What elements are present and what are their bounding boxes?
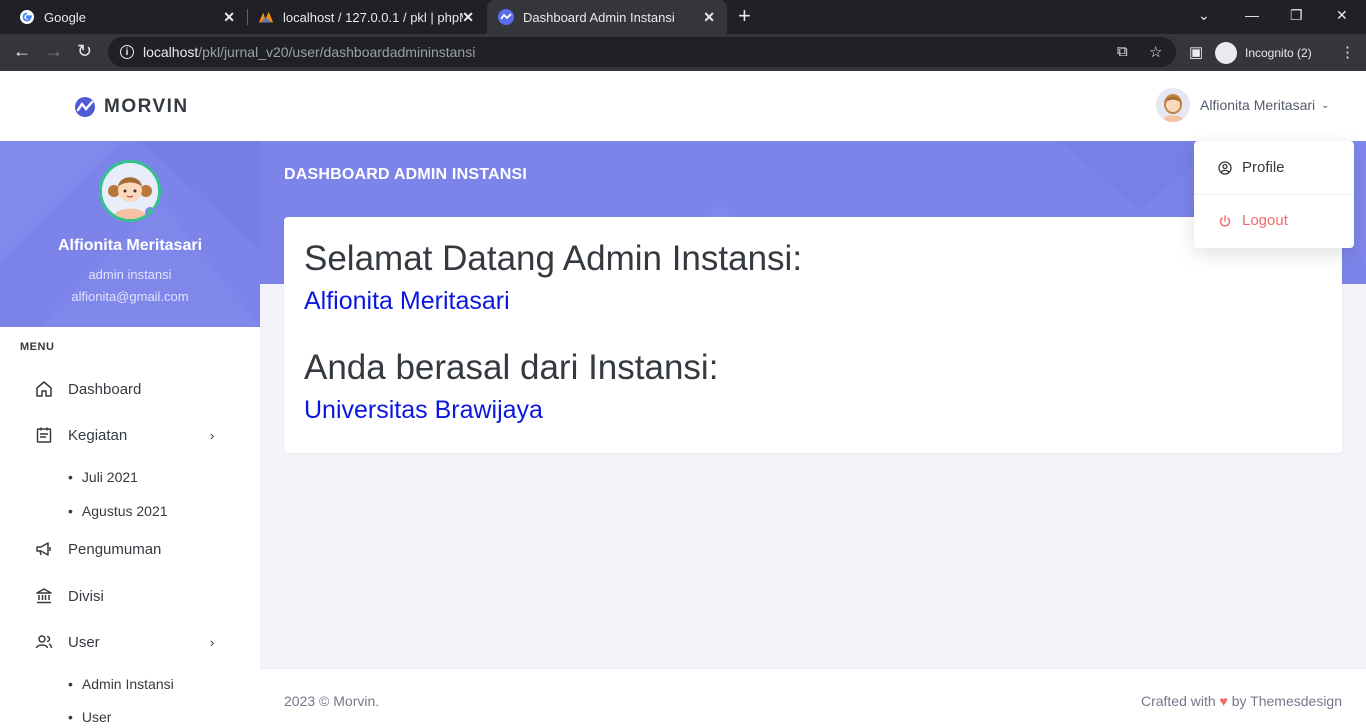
chevron-right-icon: › — [210, 635, 215, 650]
users-icon — [34, 633, 54, 651]
sidebar-item-divisi[interactable]: Divisi — [34, 587, 104, 605]
browser-tab-phpmyadmin[interactable]: localhost / 127.0.0.1 / pkl | phpM ✕ — [248, 0, 486, 34]
browser-menu-icon[interactable]: ⋮ — [1340, 43, 1355, 61]
dropdown-item-logout[interactable]: Logout — [1218, 212, 1288, 229]
browser-tab-google[interactable]: Google ✕ — [0, 0, 247, 34]
sidebar-user-email: alfionita@gmail.com — [71, 289, 189, 304]
window-close-icon[interactable]: ✕ — [1336, 7, 1348, 24]
header-user-name: Alfionita Meritasari — [1200, 97, 1316, 113]
welcome-card: Selamat Datang Admin Instansi: Alfionita… — [284, 217, 1342, 453]
tab-title: localhost / 127.0.0.1 / pkl | phpM — [283, 9, 463, 25]
sidebar-item-dashboard[interactable]: Dashboard — [34, 380, 141, 398]
close-icon[interactable]: ✕ — [462, 9, 474, 26]
sidebar-item-pengumuman[interactable]: Pengumuman — [34, 540, 161, 558]
user-dropdown-menu: Profile Logout — [1194, 141, 1354, 248]
sidebar-subitem-agustus-2021[interactable]: • Agustus 2021 — [68, 503, 168, 519]
google-icon — [19, 9, 35, 25]
sidebar-subitem-admin-instansi[interactable]: • Admin Instansi — [68, 676, 174, 692]
new-tab-button[interactable]: + — [738, 5, 751, 27]
sidebar-subitem-juli-2021[interactable]: • Juli 2021 — [68, 469, 138, 485]
browser-tab-dashboard[interactable]: Dashboard Admin Instansi ✕ — [487, 0, 727, 34]
footer-copyright: 2023 © Morvin. — [284, 693, 380, 709]
back-arrow-icon[interactable]: ← — [13, 42, 31, 60]
megaphone-icon — [34, 540, 54, 558]
brand-name: MORVIN — [104, 96, 189, 117]
tab-title: Google — [44, 9, 86, 25]
incognito-icon — [1215, 42, 1237, 64]
bank-icon — [34, 587, 54, 605]
calendar-icon — [34, 426, 54, 444]
power-icon — [1218, 214, 1232, 228]
close-icon[interactable]: ✕ — [703, 9, 715, 26]
sidebar-subitem-user[interactable]: • User — [68, 709, 111, 725]
sidebar-item-kegiatan[interactable]: Kegiatan — [34, 426, 127, 444]
footer: 2023 © Morvin. Crafted with ♥ by Themesd… — [260, 668, 1366, 728]
footer-credit: Crafted with ♥ by Themesdesign — [1140, 693, 1342, 709]
brand-logo[interactable]: MORVIN — [75, 96, 189, 118]
sidebar-user-role: admin instansi — [88, 267, 172, 282]
minimize-icon[interactable]: — — [1245, 7, 1259, 23]
tab-search-icon[interactable]: ⌄ — [1198, 7, 1210, 24]
translate-icon[interactable]: ⧉ — [1117, 43, 1128, 60]
dropdown-divider — [1194, 194, 1354, 195]
dropdown-item-profile[interactable]: Profile — [1218, 159, 1285, 176]
institution-name: Universitas Brawijaya — [304, 396, 543, 424]
welcome-user-name: Alfionita Meritasari — [304, 287, 510, 315]
incognito-badge[interactable]: Incognito (2) — [1215, 41, 1312, 65]
morvin-icon — [498, 9, 514, 25]
institution-heading: Anda berasal dari Instansi: — [304, 348, 719, 387]
chevron-right-icon: › — [210, 428, 215, 443]
avatar — [1156, 88, 1190, 122]
side-panel-icon[interactable]: ▣ — [1189, 43, 1203, 61]
menu-title: MENU — [20, 341, 55, 353]
tab-title: Dashboard Admin Instansi — [523, 9, 675, 25]
sidebar: Alfionita Meritasari admin instansi alfi… — [0, 141, 260, 728]
home-icon — [34, 380, 54, 398]
address-bar[interactable]: i localhost/pkl/jurnal_v20/user/dashboar… — [108, 37, 1176, 67]
site-info-icon[interactable]: i — [120, 45, 134, 59]
sidebar-item-user[interactable]: User — [34, 633, 100, 651]
browser-toolbar: ← → ↻ i localhost/pkl/jurnal_v20/user/da… — [0, 34, 1366, 71]
page-title: DASHBOARD ADMIN INSTANSI — [284, 166, 528, 183]
sidebar-user-name: Alfionita Meritasari — [57, 237, 203, 254]
chevron-down-icon: ⌄ — [1321, 99, 1330, 111]
reload-icon[interactable]: ↻ — [77, 42, 92, 60]
close-icon[interactable]: ✕ — [223, 9, 235, 26]
page-header: MORVIN Alfionita Meritasari ⌄ — [0, 71, 1366, 141]
welcome-heading: Selamat Datang Admin Instansi: — [304, 239, 803, 278]
online-status-dot — [145, 207, 155, 217]
star-icon[interactable]: ☆ — [1149, 43, 1162, 61]
phpmyadmin-icon — [258, 9, 274, 25]
user-circle-icon — [1218, 160, 1232, 175]
user-menu-toggle[interactable]: Alfionita Meritasari ⌄ — [1156, 88, 1330, 122]
restore-icon[interactable]: ❐ — [1290, 7, 1303, 24]
forward-arrow-icon[interactable]: → — [45, 42, 63, 60]
logo-icon — [75, 97, 95, 117]
heart-icon: ♥ — [1219, 693, 1228, 709]
sidebar-profile-panel: Alfionita Meritasari admin instansi alfi… — [0, 141, 260, 327]
url-text: localhost/pkl/jurnal_v20/user/dashboarda… — [143, 44, 476, 60]
browser-tab-strip: Google ✕ localhost / 127.0.0.1 / pkl | p… — [0, 0, 1366, 34]
